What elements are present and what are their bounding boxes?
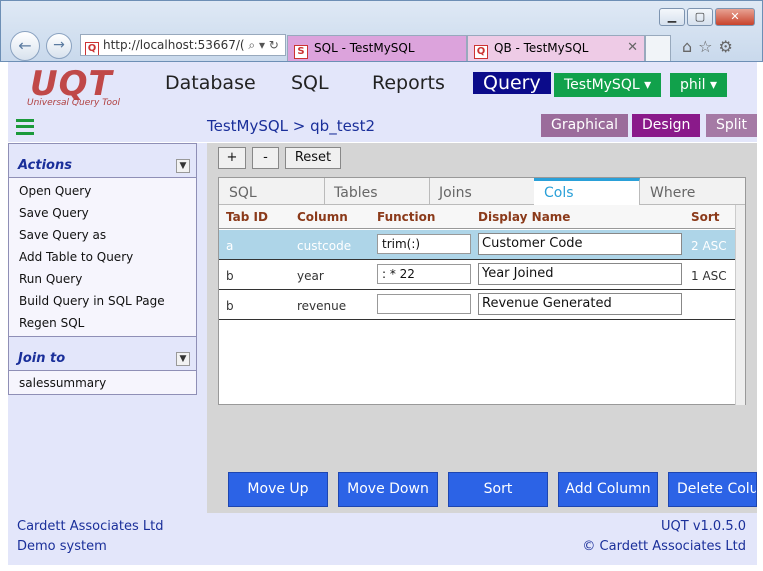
design-workarea: SQL Tables Joins Cols Where Tab ID Colum… xyxy=(218,177,746,405)
tab-tables[interactable]: Tables xyxy=(324,178,430,205)
chevron-down-icon[interactable]: ▼ xyxy=(176,352,190,366)
action-regen-sql[interactable]: Regen SQL xyxy=(9,312,196,334)
add-column-button[interactable]: Add Column xyxy=(558,472,658,507)
tab-joins[interactable]: Joins xyxy=(429,178,535,205)
cell-tab-id: b xyxy=(226,269,234,283)
tab-label: SQL - TestMySQL xyxy=(314,41,415,55)
address-bar[interactable]: Qhttp://localhost:53667/( ⌕ ▾ ↻ xyxy=(80,34,286,56)
join-panel: Join to ▼ salessummary xyxy=(8,336,197,395)
design-tabs: SQL Tables Joins Cols Where xyxy=(219,178,745,205)
tab-sql[interactable]: SQL xyxy=(219,178,325,205)
header-tab-id: Tab ID xyxy=(226,210,268,224)
header-function: Function xyxy=(377,210,436,224)
minimize-icon[interactable]: ▁ xyxy=(659,8,685,26)
join-item-salessummary[interactable]: salessummary xyxy=(9,372,196,394)
cell-column: year xyxy=(297,269,324,283)
function-input[interactable]: : * 22 xyxy=(377,264,471,284)
footer-version: UQT v1.0.5.0 xyxy=(661,519,746,534)
actions-panel: Actions ▼ Open Query Save Query Save Quer… xyxy=(8,143,197,340)
cell-sort: 1 ASC xyxy=(691,269,727,283)
footer-company: Cardett Associates Ltd xyxy=(17,519,164,534)
header-display-name: Display Name xyxy=(478,210,571,224)
back-icon[interactable]: ← xyxy=(10,31,40,61)
menu-database[interactable]: Database xyxy=(165,72,256,94)
cols-table-header: Tab ID Column Function Display Name Sort xyxy=(219,205,735,229)
minus-button[interactable]: - xyxy=(252,147,279,169)
footer-system: Demo system xyxy=(17,539,107,554)
address-text: http://localhost:53667/( xyxy=(103,38,245,52)
actions-list: Open Query Save Query Save Query as Add … xyxy=(9,178,196,334)
cell-tab-id: a xyxy=(226,239,234,253)
table-row[interactable]: b year : * 22 Year Joined 1 ASC xyxy=(219,260,735,290)
tab-cols[interactable]: Cols xyxy=(534,178,640,205)
chevron-down-icon[interactable]: ▼ xyxy=(176,159,190,173)
action-open-query[interactable]: Open Query xyxy=(9,180,196,202)
home-icon[interactable]: ⌂ xyxy=(682,37,698,56)
header-sort: Sort xyxy=(691,210,720,224)
table-row[interactable]: b revenue Revenue Generated xyxy=(219,290,735,320)
table-row[interactable]: a custcode trim(:) Customer Code 2 ASC xyxy=(219,230,735,260)
reset-button[interactable]: Reset xyxy=(285,147,341,169)
close-tab-icon[interactable]: ✕ xyxy=(627,36,638,60)
forward-icon[interactable]: → xyxy=(46,33,72,59)
app-logo-subtitle: Universal Query Tool xyxy=(27,98,121,108)
action-add-table[interactable]: Add Table to Query xyxy=(9,246,196,268)
caret-down-icon: ▾ xyxy=(710,77,718,93)
plus-button[interactable]: + xyxy=(218,147,246,169)
window-controls: ▁ ▢ ✕ xyxy=(659,8,755,26)
menu-sql[interactable]: SQL xyxy=(291,72,329,94)
close-window-icon[interactable]: ✕ xyxy=(715,8,755,26)
menu-query[interactable]: Query xyxy=(473,72,551,94)
qb-favicon-icon: Q xyxy=(474,45,488,59)
cell-column: revenue xyxy=(297,299,347,313)
action-run-query[interactable]: Run Query xyxy=(9,268,196,290)
settings-gear-icon[interactable]: ⚙ xyxy=(719,37,739,56)
favorites-icon[interactable]: ☆ xyxy=(698,37,718,56)
actions-title: Actions xyxy=(18,158,72,173)
join-panel-header[interactable]: Join to ▼ xyxy=(9,337,196,371)
menu-reports[interactable]: Reports xyxy=(372,72,445,94)
search-icon[interactable]: ⌕ ▾ ↻ xyxy=(248,38,278,52)
header-column: Column xyxy=(297,210,348,224)
cell-column: custcode xyxy=(297,239,352,253)
user-dropdown[interactable]: phil ▾ xyxy=(670,73,728,97)
join-title: Join to xyxy=(18,351,66,366)
cell-sort: 2 ASC xyxy=(691,239,727,253)
sql-favicon-icon: S xyxy=(294,45,308,59)
join-list: salessummary xyxy=(9,371,196,394)
action-save-query[interactable]: Save Query xyxy=(9,202,196,224)
move-down-button[interactable]: Move Down xyxy=(338,472,438,507)
action-save-query-as[interactable]: Save Query as xyxy=(9,224,196,246)
action-build-query-sql[interactable]: Build Query in SQL Page xyxy=(9,290,196,312)
display-name-input[interactable]: Customer Code xyxy=(478,233,682,255)
view-split-button[interactable]: Split xyxy=(706,114,758,137)
database-label: TestMySQL xyxy=(564,77,640,93)
move-up-button[interactable]: Move Up xyxy=(228,472,328,507)
function-input[interactable] xyxy=(377,294,471,314)
browser-toolbar-icons: ⌂☆⚙ xyxy=(682,37,739,56)
tab-where[interactable]: Where xyxy=(640,178,746,205)
browser-tab-qb[interactable]: Q QB - TestMySQL ✕ xyxy=(467,35,645,61)
footer-copyright: © Cardett Associates Ltd xyxy=(582,539,746,554)
address-favicon-icon: Q xyxy=(85,42,99,55)
display-name-input[interactable]: Revenue Generated xyxy=(478,293,682,315)
caret-down-icon: ▾ xyxy=(644,77,652,93)
database-dropdown[interactable]: TestMySQL ▾ xyxy=(554,73,662,97)
browser-tab-sql[interactable]: S SQL - TestMySQL xyxy=(287,35,467,61)
actions-panel-header[interactable]: Actions ▼ xyxy=(9,144,196,178)
sort-button[interactable]: Sort xyxy=(448,472,548,507)
delete-column-button[interactable]: Delete Column xyxy=(668,472,757,507)
view-design-button[interactable]: Design xyxy=(632,114,701,137)
new-tab-button[interactable] xyxy=(645,35,671,61)
tab-label: QB - TestMySQL xyxy=(494,41,589,55)
cell-tab-id: b xyxy=(226,299,234,313)
hamburger-menu-icon[interactable] xyxy=(16,119,34,135)
table-scrollbar[interactable] xyxy=(735,205,745,405)
display-name-input[interactable]: Year Joined xyxy=(478,263,682,285)
breadcrumb: TestMySQL > qb_test2 xyxy=(207,117,376,135)
function-input[interactable]: trim(:) xyxy=(377,234,471,254)
maximize-icon[interactable]: ▢ xyxy=(687,8,713,26)
view-graphical-button[interactable]: Graphical xyxy=(541,114,628,137)
user-label: phil xyxy=(680,77,706,93)
